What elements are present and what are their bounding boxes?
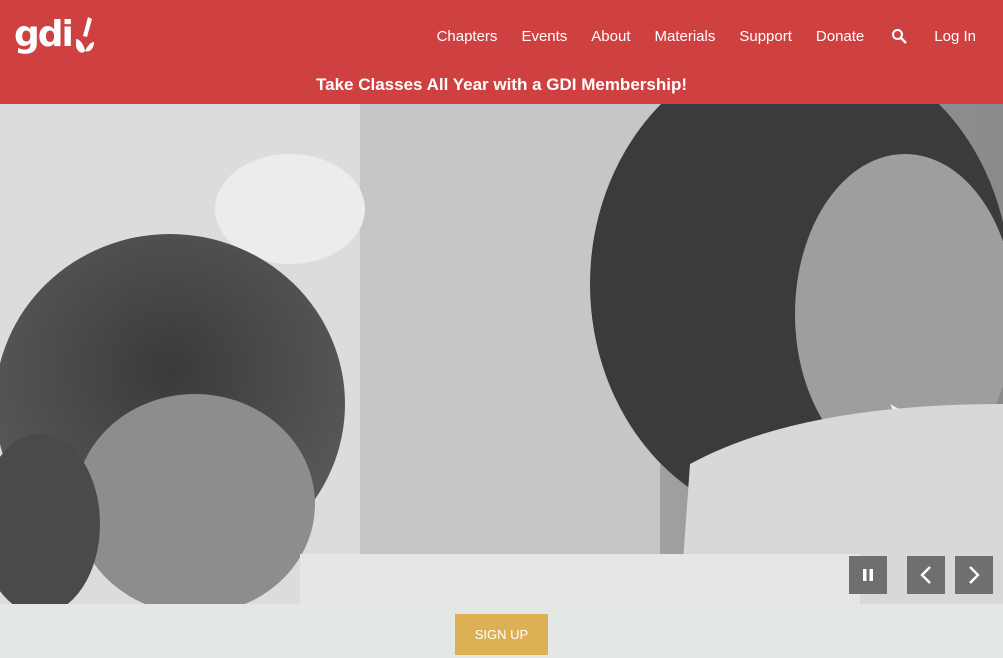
site-header: gdi Chapters Events About Materials Supp… (0, 0, 1003, 104)
logo-drop-icon (75, 17, 94, 53)
chevron-right-icon (969, 566, 980, 584)
main-nav: Chapters Events About Materials Support … (413, 24, 1003, 48)
next-slide-button[interactable] (955, 556, 993, 594)
sign-up-button[interactable]: SIGN UP (455, 614, 548, 655)
chevron-left-icon (920, 566, 931, 584)
nav-chapters[interactable]: Chapters (437, 28, 498, 45)
previous-slide-button[interactable] (907, 556, 945, 594)
search-icon[interactable] (890, 27, 908, 45)
cta-bar: SIGN UP (0, 604, 1003, 658)
pause-icon (863, 569, 873, 581)
nav-about[interactable]: About (591, 28, 630, 45)
nav-donate[interactable]: Donate (816, 28, 864, 45)
gdi-logo[interactable]: gdi (14, 12, 106, 58)
nav-support[interactable]: Support (739, 28, 792, 45)
membership-promo-link[interactable]: Take Classes All Year with a GDI Members… (0, 75, 1003, 95)
logo-text: gdi (14, 14, 74, 55)
nav-materials[interactable]: Materials (655, 28, 716, 45)
hero-photo (0, 104, 1003, 604)
login-link[interactable]: Log In (934, 28, 976, 45)
pause-button[interactable] (849, 556, 887, 594)
nav-events[interactable]: Events (521, 28, 567, 45)
hero-slideshow (0, 104, 1003, 604)
